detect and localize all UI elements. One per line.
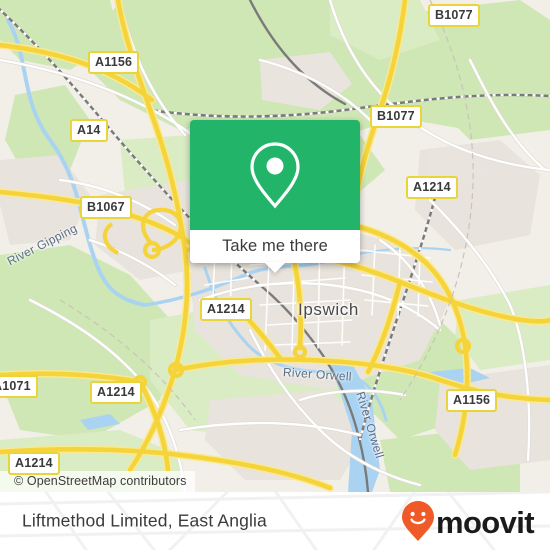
place-label-ipswich: Ipswich	[298, 300, 359, 319]
popup-pointer-arrow	[264, 262, 286, 273]
take-me-there-label: Take me there	[222, 237, 328, 255]
moovit-wordmark: moovit	[435, 504, 535, 540]
road-shield-a1214-central[interactable]: A1214	[200, 298, 252, 321]
moovit-smiley-pin-icon	[401, 501, 434, 541]
road-shield-a1156-northwest[interactable]: A1156	[88, 51, 140, 74]
moovit-logo[interactable]: moovit	[401, 500, 535, 542]
road-shield-a14[interactable]: A14	[70, 119, 108, 142]
road-shield-a1214-southwest[interactable]: A1214	[90, 381, 142, 404]
road-shield-a1214-east[interactable]: A1214	[406, 176, 458, 199]
road-shield-a1214-south[interactable]: A1214	[8, 452, 60, 475]
footer-bar: Liftmethod Limited, East Anglia moovit	[0, 492, 550, 550]
road-shield-a1156-southeast[interactable]: A1156	[446, 389, 498, 412]
road-shield-b1067[interactable]: B1067	[80, 196, 132, 219]
take-me-there-popup[interactable]: Take me there	[190, 120, 360, 273]
map-viewport[interactable]: .land{fill:#f2efe9} .green{fill:#cfe7b4}…	[0, 0, 550, 492]
road-shield-b1077-north[interactable]: B1077	[428, 4, 480, 27]
moovit-map-screenshot: .land{fill:#f2efe9} .green{fill:#cfe7b4}…	[0, 0, 550, 550]
road-shield-b1077-east[interactable]: B1077	[370, 105, 422, 128]
page-title: Liftmethod Limited, East Anglia	[22, 510, 267, 531]
map-pin-icon	[250, 142, 300, 209]
popup-action-bar[interactable]: Take me there	[190, 230, 360, 273]
popup-pin-panel	[190, 120, 360, 230]
road-shield-a1071[interactable]: A1071	[0, 375, 38, 398]
